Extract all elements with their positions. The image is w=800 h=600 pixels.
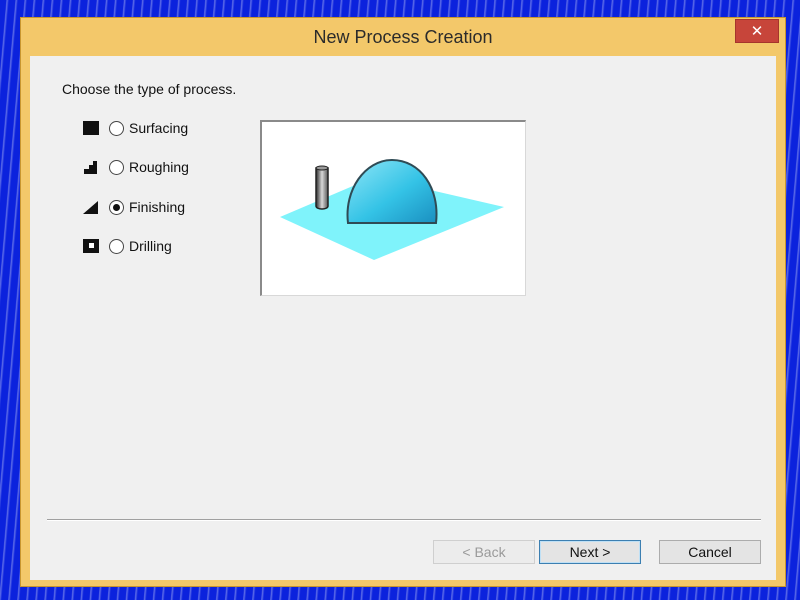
option-roughing[interactable]: Roughing	[82, 157, 189, 177]
back-button[interactable]: < Back	[433, 540, 535, 564]
finishing-dome-illustration	[280, 158, 504, 260]
dialog-content: Choose the type of process. Surfacing Ro…	[30, 56, 776, 580]
process-preview-image	[260, 120, 526, 296]
dome-shape	[346, 158, 438, 224]
option-label-surfacing: Surfacing	[129, 120, 189, 136]
finishing-icon	[82, 199, 100, 215]
next-button[interactable]: Next >	[539, 540, 641, 564]
button-separator	[47, 519, 761, 521]
surfacing-icon	[82, 120, 100, 136]
option-finishing[interactable]: Finishing	[82, 197, 185, 217]
option-label-drilling: Drilling	[129, 238, 172, 254]
finishing-radio[interactable]	[109, 199, 124, 215]
option-surfacing[interactable]: Surfacing	[82, 118, 188, 138]
option-label-roughing: Roughing	[129, 159, 189, 175]
option-drilling[interactable]: Drilling	[82, 236, 172, 256]
roughing-radio[interactable]	[109, 159, 124, 175]
roughing-icon	[82, 159, 100, 175]
window-title: New Process Creation	[313, 27, 493, 47]
drilling-icon	[82, 238, 100, 254]
dialog-window: New Process Creation ✕ Choose the type o…	[20, 17, 786, 587]
cancel-button[interactable]: Cancel	[659, 540, 761, 564]
drilling-radio[interactable]	[109, 238, 124, 254]
process-type-prompt: Choose the type of process.	[62, 81, 237, 97]
title-bar[interactable]: New Process Creation ✕	[21, 18, 785, 56]
cutting-tool	[315, 167, 329, 210]
option-label-finishing: Finishing	[129, 199, 186, 215]
surfacing-radio[interactable]	[109, 120, 124, 136]
close-button[interactable]: ✕	[735, 19, 779, 43]
